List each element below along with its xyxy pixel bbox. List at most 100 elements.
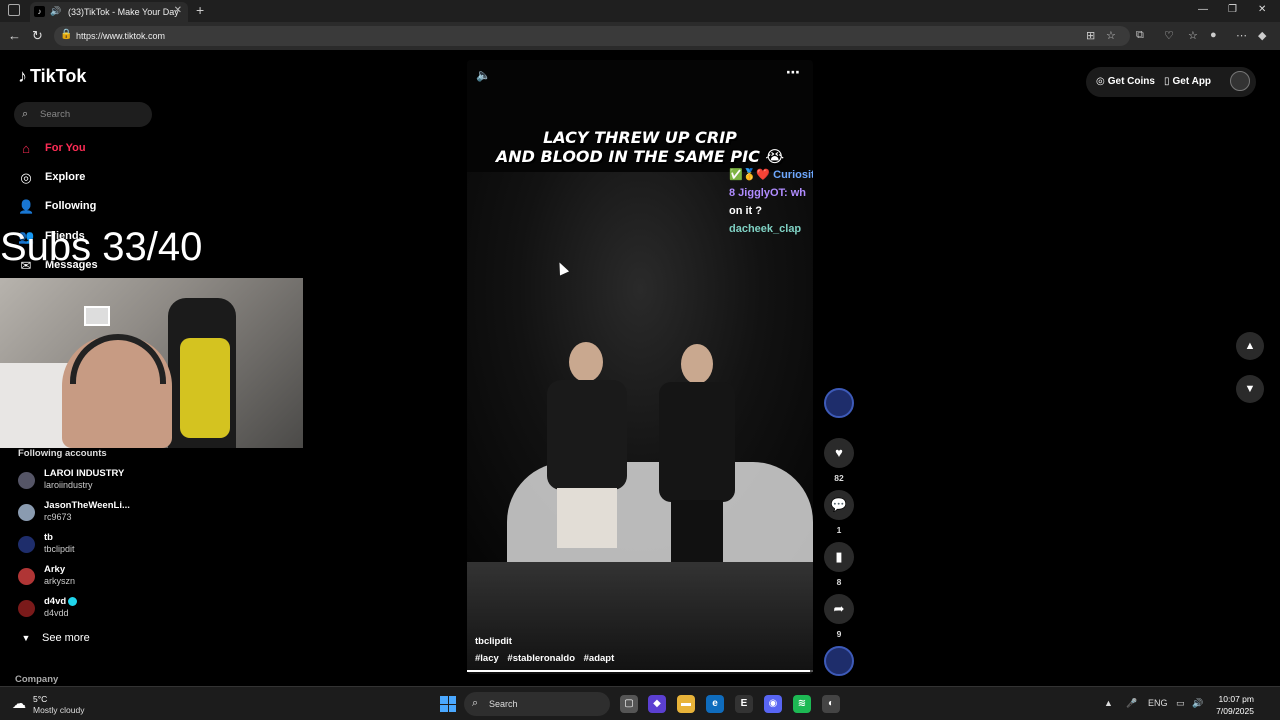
- close-window-icon[interactable]: ✕: [1258, 4, 1266, 15]
- tiktok-favicon-icon: ♪: [34, 6, 45, 17]
- tiktok-page: ♪ TikTok ⌕ Search ⌂ For You ◎ Explore 👤 F…: [0, 50, 1280, 686]
- app-available-icon[interactable]: ⊞: [1086, 29, 1095, 42]
- discord-icon[interactable]: ◉: [764, 695, 782, 713]
- stream-chat: ✅🥇❤️ Curiosity 8 JigglyOT: wh on it ? da…: [729, 166, 813, 238]
- nav-label: For You: [45, 142, 86, 154]
- tray-chevron-icon[interactable]: ▲: [1104, 698, 1113, 708]
- language-indicator[interactable]: ENG: [1148, 698, 1168, 708]
- account-handle: arkyszn: [44, 576, 76, 586]
- comment-count: 1: [836, 525, 842, 535]
- network-icon[interactable]: ▭: [1176, 698, 1185, 709]
- copilot-icon[interactable]: ◆: [1258, 29, 1266, 42]
- video-person-left: [547, 342, 627, 572]
- share-button[interactable]: ➦: [824, 594, 854, 624]
- speaker-icon[interactable]: 🔊: [50, 6, 61, 17]
- next-video-button[interactable]: ▼: [1236, 375, 1264, 403]
- heart-icon: ♥: [835, 445, 843, 460]
- taskbar-search[interactable]: ⌕ Search: [464, 692, 610, 716]
- volume-tray-icon[interactable]: 🔊: [1192, 698, 1203, 709]
- account-item[interactable]: tb tbclipdit: [18, 532, 158, 560]
- hashtag-link[interactable]: #lacy: [475, 653, 499, 664]
- performance-icon[interactable]: ♡: [1164, 29, 1174, 42]
- compass-icon: ◎: [20, 170, 32, 185]
- browser-tab[interactable]: ♪ 🔊 (33)TikTok - Make Your Day ✕: [30, 2, 188, 22]
- profile-icon[interactable]: ●: [1210, 29, 1217, 41]
- file-explorer-icon[interactable]: ▬: [677, 695, 695, 713]
- favorite-star-icon[interactable]: ☆: [1106, 29, 1116, 42]
- mic-icon[interactable]: 🎤: [1126, 698, 1137, 709]
- account-name: JasonTheWeenLi...: [44, 500, 130, 511]
- search-icon: ⌕: [472, 697, 479, 709]
- save-button[interactable]: ▮: [824, 542, 854, 572]
- address-bar: ← ↻ 🔒 https://www.tiktok.com ⊞ ☆ ⧉ ♡ ☆ ●…: [0, 22, 1280, 50]
- tab-title: (33)TikTok - Make Your Day: [68, 7, 179, 17]
- tiktok-note-icon: ♪: [18, 66, 27, 86]
- video-player[interactable]: LACY THREW UP CRIP AND BLOOD IN THE SAME…: [467, 60, 813, 674]
- avatar: [18, 472, 35, 489]
- spotify-icon[interactable]: ≋: [793, 695, 811, 713]
- taskbar-search-label: Search: [489, 699, 518, 709]
- account-item[interactable]: d4vd d4vdd: [18, 596, 158, 624]
- get-app-button[interactable]: ▯ Get App: [1164, 76, 1211, 87]
- comment-button[interactable]: 💬: [824, 490, 854, 520]
- save-count: 8: [836, 577, 842, 587]
- tiktok-logo[interactable]: ♪ TikTok: [18, 66, 86, 87]
- edge-icon[interactable]: e: [706, 695, 724, 713]
- account-item[interactable]: LAROI INDUSTRY laroiindustry: [18, 468, 158, 496]
- chat-line: ✅🥇❤️ Curiosity: [729, 169, 813, 181]
- user-avatar[interactable]: [1230, 71, 1250, 91]
- video-person-right: [647, 344, 747, 574]
- hashtag-link[interactable]: #adapt: [584, 653, 615, 664]
- account-item[interactable]: Arky arkyszn: [18, 564, 158, 592]
- like-button[interactable]: ♥: [824, 438, 854, 468]
- chat-line: on it ?: [729, 205, 762, 217]
- account-name: d4vd: [44, 596, 78, 607]
- company-link[interactable]: Company: [15, 674, 58, 685]
- subs-counter-overlay: Subs 33/40: [0, 225, 203, 269]
- copilot-app-icon[interactable]: ◆: [648, 695, 666, 713]
- url-field[interactable]: 🔒 https://www.tiktok.com: [54, 26, 1130, 46]
- more-options-icon[interactable]: ⋯: [786, 64, 800, 81]
- account-handle: rc9673: [44, 512, 72, 522]
- refresh-icon[interactable]: ↻: [32, 28, 43, 44]
- windows-taskbar: ☁ 5°C Mostly cloudy ⌕ Search ▢ ◆ ▬ e E ◉…: [0, 686, 1280, 720]
- obs-icon[interactable]: ◐: [822, 695, 840, 713]
- new-tab-button[interactable]: +: [196, 2, 204, 18]
- sound-avatar[interactable]: [824, 646, 854, 676]
- restore-icon[interactable]: ❐: [1228, 4, 1237, 15]
- account-name: Arky: [44, 564, 66, 575]
- get-coins-button[interactable]: ◎ Get Coins: [1096, 76, 1155, 87]
- extensions-icon[interactable]: ⧉: [1136, 29, 1144, 42]
- webcam-overlay: [0, 278, 303, 448]
- search-input[interactable]: ⌕ Search: [14, 102, 152, 127]
- weather-icon[interactable]: ☁: [12, 695, 26, 712]
- get-app-label: Get App: [1172, 76, 1212, 87]
- back-icon[interactable]: ←: [8, 28, 21, 43]
- clock-date[interactable]: 7/09/2025: [1206, 706, 1254, 716]
- menu-dots-icon[interactable]: ⋯: [1236, 29, 1247, 42]
- avatar: [18, 504, 35, 521]
- clock-time[interactable]: 10:07 pm: [1210, 694, 1254, 704]
- video-progress-bar[interactable]: [467, 670, 813, 672]
- start-button[interactable]: [440, 696, 456, 712]
- see-more-button[interactable]: ▼ See more: [18, 632, 90, 644]
- hashtag-link[interactable]: #stableronaldo: [507, 653, 575, 664]
- epic-games-icon[interactable]: E: [735, 695, 753, 713]
- following-icon: 👤: [18, 199, 35, 214]
- close-tab-icon[interactable]: ✕: [174, 5, 182, 16]
- minimize-icon[interactable]: —: [1198, 4, 1208, 15]
- previous-video-button[interactable]: ▲: [1236, 332, 1264, 360]
- task-view-icon[interactable]: ▢: [620, 695, 638, 713]
- tab-actions-icon[interactable]: [8, 4, 20, 16]
- progress-fill: [467, 670, 810, 672]
- search-icon: ⌕: [22, 108, 29, 120]
- comment-icon: 💬: [830, 497, 848, 512]
- webcam-chair-stripe: [180, 338, 230, 438]
- video-author[interactable]: tbclipdit: [475, 636, 512, 647]
- favorites-icon[interactable]: ☆: [1188, 29, 1198, 42]
- account-handle: tbclipdit: [44, 544, 75, 554]
- share-count: 9: [836, 629, 842, 639]
- volume-icon[interactable]: 🔈: [476, 68, 491, 82]
- creator-avatar[interactable]: [824, 388, 854, 418]
- account-item[interactable]: JasonTheWeenLi... rc9673: [18, 500, 158, 528]
